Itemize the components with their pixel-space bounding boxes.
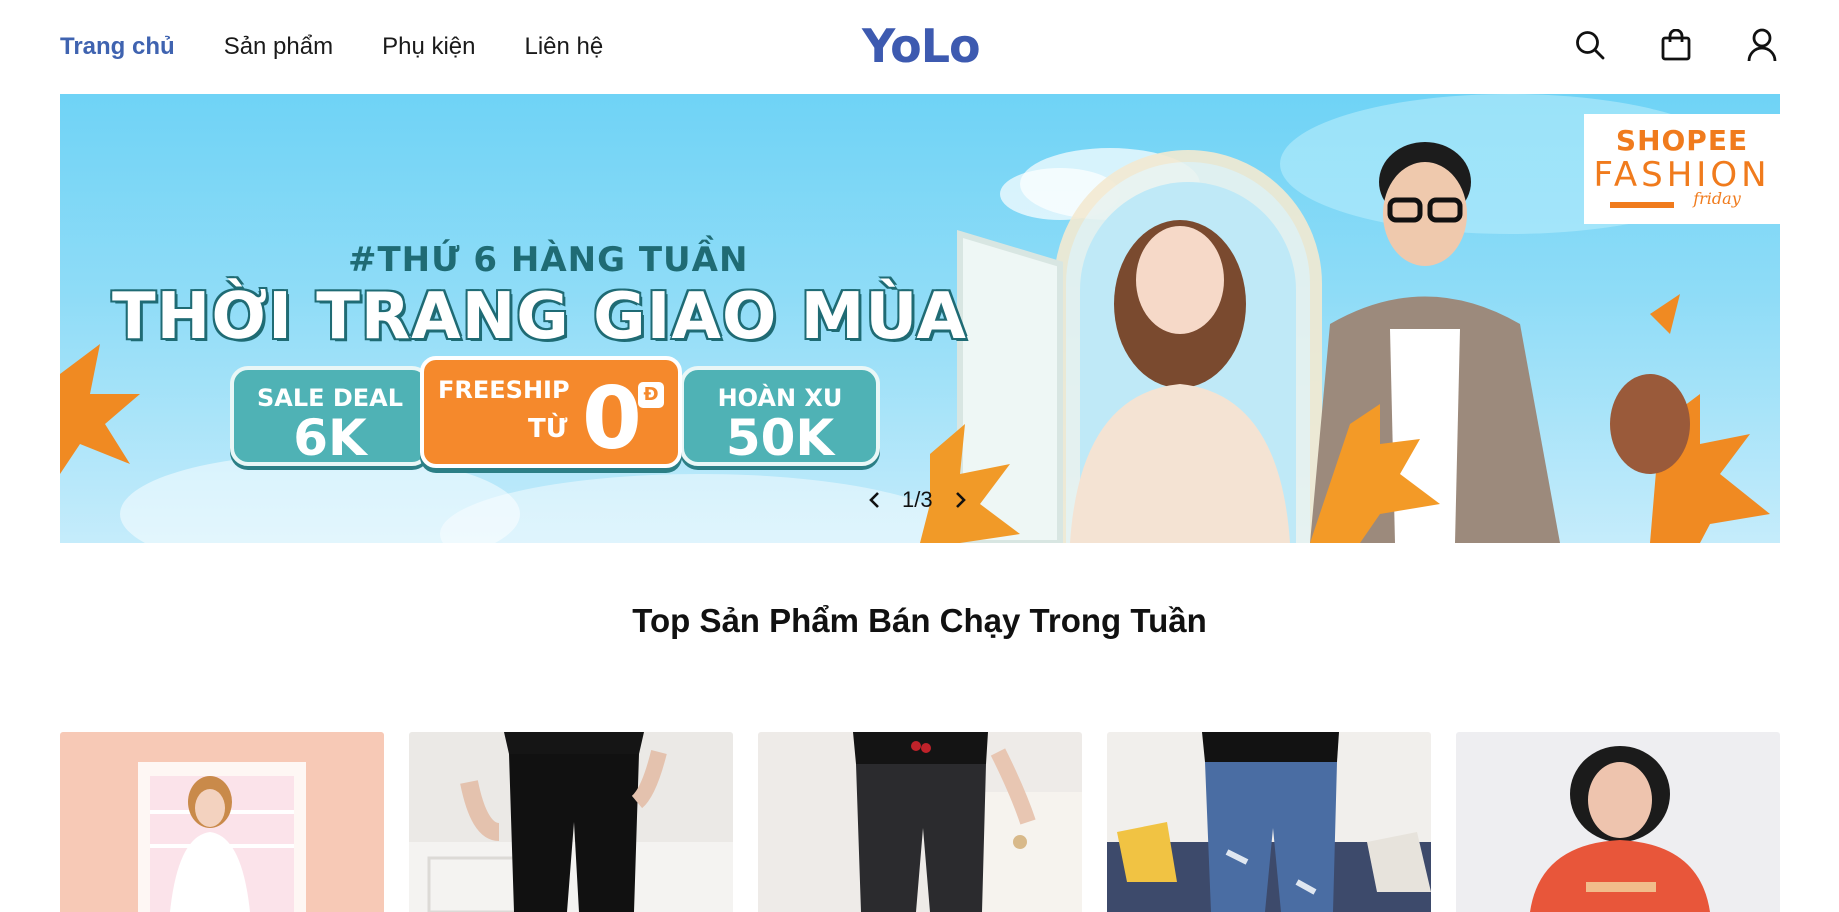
main-nav: Trang chủ Sản phẩm Phụ kiện Liên hệ	[60, 30, 603, 64]
hero-banner[interactable]: #THỨ 6 HÀNG TUẦN THỜI TRANG GIAO MÙA SAL…	[60, 94, 1780, 543]
deal-freeship: FREESHIP TỪ 0 Đ	[420, 356, 682, 468]
product-card[interactable]	[1107, 732, 1431, 912]
deal-sale: SALE DEAL 6K	[230, 366, 430, 466]
nav-item-products[interactable]: Sản phẩm	[224, 30, 333, 64]
carousel-controls: 1/3	[862, 487, 973, 513]
deal-freeship-unit: Đ	[638, 382, 664, 408]
product-card[interactable]	[1456, 732, 1780, 912]
product-card[interactable]	[60, 732, 384, 912]
nav-item-contact[interactable]: Liên hệ	[525, 30, 604, 64]
deal-freeship-from: TỪ	[528, 414, 568, 444]
product-card[interactable]	[758, 732, 1082, 912]
product-image	[409, 732, 733, 912]
product-image	[1456, 732, 1780, 912]
deal-sale-value: 6K	[293, 409, 367, 467]
search-icon[interactable]	[1573, 26, 1607, 64]
deal-freeship-value: 0	[582, 369, 642, 469]
chevron-right-icon[interactable]	[949, 488, 973, 512]
banner-headline: THỜI TRANG GIAO MÙA	[112, 280, 967, 354]
product-grid	[60, 732, 1780, 912]
header-actions	[1573, 26, 1779, 64]
deal-sale-label: SALE DEAL	[256, 384, 404, 412]
badge-line-1: SHOPEE	[1615, 124, 1749, 157]
product-image	[1107, 732, 1431, 912]
section-title-bestsellers: Top Sản Phẩm Bán Chạy Trong Tuần	[632, 602, 1207, 639]
product-image	[60, 732, 384, 912]
shopee-fashion-badge: SHOPEE FASHION friday	[1584, 114, 1780, 224]
badge-underline	[1610, 202, 1674, 208]
badge-line-2: FASHION	[1593, 155, 1771, 195]
slide-indicator: 1/3	[902, 487, 933, 512]
shopping-bag-icon[interactable]	[1659, 26, 1693, 64]
banner-subheadline: #THỨ 6 HÀNG TUẦN	[348, 240, 749, 280]
deal-coin-label: HOÀN XU	[717, 384, 843, 412]
product-image	[758, 732, 1082, 912]
deal-coin: HOÀN XU 50K	[680, 366, 880, 466]
site-header: Trang chủ Sản phẩm Phụ kiện Liên hệ YoLo	[0, 0, 1839, 94]
user-icon[interactable]	[1745, 26, 1779, 64]
nav-item-accessories[interactable]: Phụ kiện	[382, 30, 475, 64]
product-card[interactable]	[409, 732, 733, 912]
deal-coin-value: 50K	[725, 409, 835, 467]
nav-item-home[interactable]: Trang chủ	[60, 30, 175, 64]
site-logo[interactable]: YoLo	[862, 18, 981, 74]
chevron-left-icon[interactable]	[862, 488, 886, 512]
